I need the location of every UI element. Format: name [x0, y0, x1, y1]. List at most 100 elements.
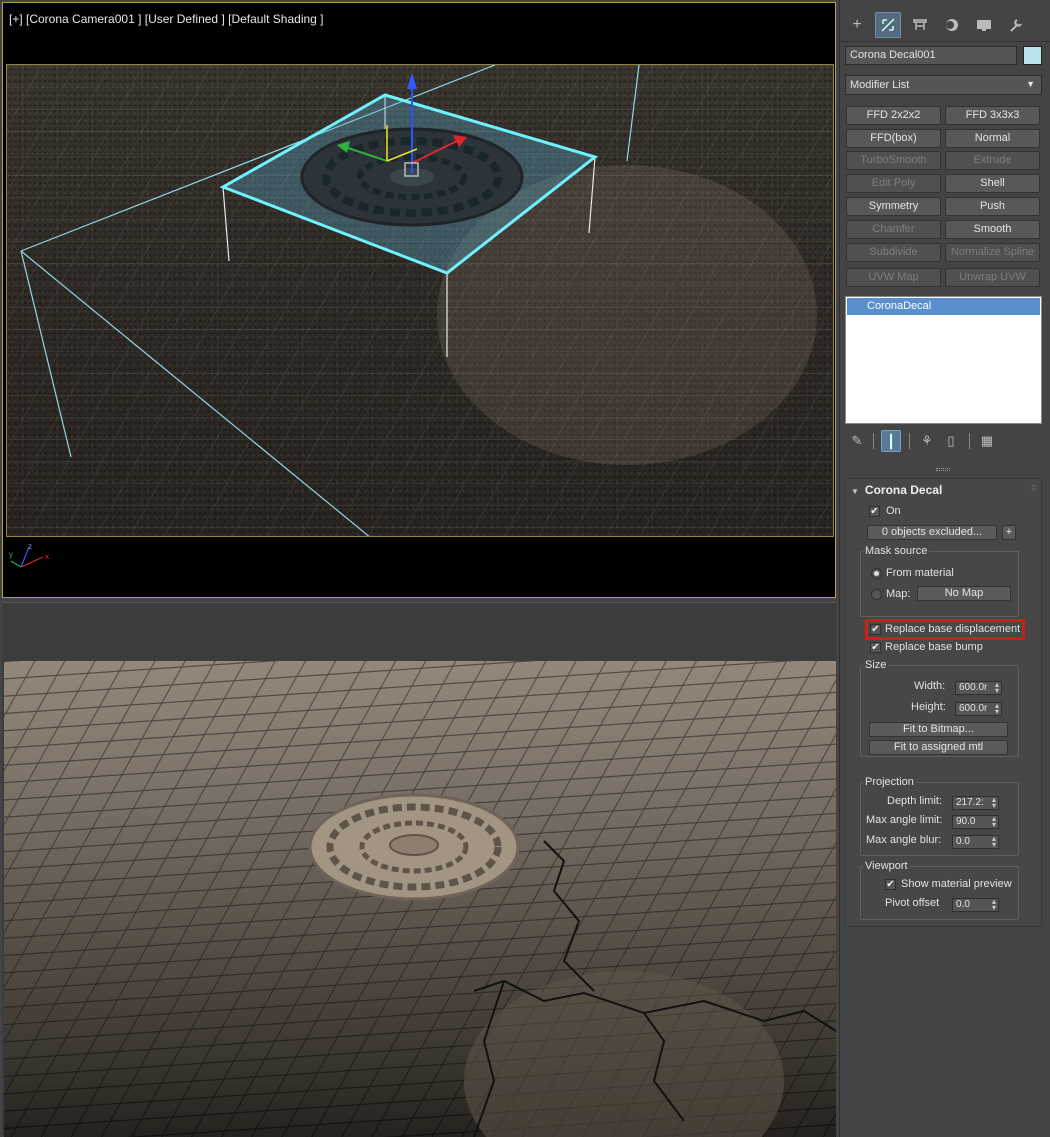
projection-title: Projection — [863, 776, 916, 788]
height-value: 600.0r — [959, 703, 988, 714]
viewport-group: Viewport ✔ Show material preview Pivot o… — [860, 860, 1019, 920]
make-unique-icon[interactable]: ⚘ — [917, 430, 937, 452]
max-angle-limit-spinner[interactable]: 90.0 ▴ ▾ — [952, 815, 999, 829]
viewport-scene: z — [7, 65, 833, 536]
modifier-button-push[interactable]: Push — [945, 197, 1040, 216]
depth-limit-label: Depth limit: — [887, 795, 943, 807]
show-material-preview-label: Show material preview — [901, 878, 1012, 890]
wrench-icon[interactable] — [1003, 12, 1029, 38]
render-image — [4, 661, 836, 1137]
map-label: Map: — [886, 588, 911, 600]
gizmo-z-label: z — [409, 65, 414, 66]
show-end-result-icon[interactable]: ┃ — [881, 430, 901, 452]
viewport-title: Viewport — [863, 860, 910, 872]
axis-z-label: z — [28, 543, 32, 551]
depth-limit-spinner[interactable]: 217.2: ▴ ▾ — [952, 796, 999, 810]
spinner-arrows-icon: ▴ ▾ — [991, 796, 996, 810]
toolbar-divider — [873, 433, 874, 449]
max-angle-blur-spinner[interactable]: 0.0 ▴ ▾ — [952, 835, 999, 849]
axis-tripod-icon: x z y — [9, 543, 49, 568]
rollout-header[interactable]: ▼ Corona Decal — [851, 483, 942, 497]
axis-y-label: y — [9, 550, 13, 559]
size-group: Size Width: 600.0r ▴ ▾ Height: 600.0r ▴ ▾ Fi… — [860, 659, 1019, 757]
spinner-arrows-icon: ▴ ▾ — [994, 681, 999, 695]
projection-group: Projection Depth limit: 217.2: ▴ ▾ Max ang… — [860, 776, 1019, 856]
spinner-arrows-icon: ▴ ▾ — [994, 702, 999, 716]
hierarchy-icon[interactable] — [907, 12, 933, 38]
height-label: Height: — [911, 701, 946, 713]
max-angle-blur-label: Max angle blur: — [866, 834, 942, 846]
width-spinner[interactable]: 600.0r ▴ ▾ — [955, 681, 1002, 695]
modifier-button-chamfer[interactable]: Chamfer — [846, 220, 941, 239]
rollout-grip[interactable] — [936, 468, 950, 471]
on-checkbox[interactable]: ✔ — [869, 506, 880, 517]
pivot-offset-spinner[interactable]: 0.0 ▴ ▾ — [952, 898, 999, 912]
object-color-swatch[interactable] — [1023, 46, 1042, 65]
configure-modifier-sets-icon[interactable]: ▦ — [977, 430, 997, 452]
modifier-button-ffd3[interactable]: FFD 3x3x3 — [945, 106, 1040, 125]
fit-to-assigned-mtl-button[interactable]: Fit to assigned mtl — [869, 740, 1008, 755]
mask-source-title: Mask source — [863, 545, 930, 557]
highlight-box — [865, 619, 1025, 640]
display-icon[interactable] — [971, 12, 997, 38]
modifier-button-subdivide[interactable]: Subdivide — [846, 243, 941, 262]
modifier-list-dropdown[interactable]: Modifier List ▼ — [845, 75, 1042, 95]
on-label: On — [886, 505, 901, 517]
size-title: Size — [863, 659, 889, 671]
modifier-button-shell[interactable]: Shell — [945, 174, 1040, 193]
modifier-button-extrude[interactable]: Extrude — [945, 151, 1040, 170]
modifier-button-normalize-spline[interactable]: Normalize Spline — [945, 243, 1040, 262]
manhole-render — [308, 793, 520, 901]
remove-modifier-icon[interactable]: ▯ — [941, 430, 961, 452]
toolbar-divider — [909, 433, 910, 449]
max-angle-limit-value: 90.0 — [956, 816, 976, 827]
pivot-offset-value: 0.0 — [956, 899, 970, 910]
toolbar-divider — [969, 433, 970, 449]
modify-icon[interactable] — [875, 12, 901, 38]
viewport-label[interactable]: [+] [Corona Camera001 ] [User Defined ] … — [9, 12, 324, 26]
modifier-button-uvwmap[interactable]: UVW Map — [846, 268, 941, 287]
depth-limit-value: 217.2: — [956, 797, 984, 808]
axis-x-label: x — [45, 552, 49, 561]
show-material-preview-checkbox[interactable]: ✔ — [885, 879, 896, 890]
modifier-button-ffdbox[interactable]: FFD(box) — [846, 129, 941, 148]
chevron-down-icon: ▼ — [1026, 79, 1035, 89]
plus-icon[interactable]: + — [844, 12, 870, 38]
width-label: Width: — [914, 680, 946, 692]
render-viewport[interactable] — [2, 602, 836, 1137]
objects-excluded-button[interactable]: 0 objects excluded... — [867, 525, 997, 540]
modifier-button-editpoly[interactable]: Edit Poly — [846, 174, 941, 193]
camera-viewport[interactable]: [+] [Corona Camera001 ] [User Defined ] … — [2, 2, 836, 598]
from-material-label: From material — [886, 567, 954, 579]
pin-stack-icon[interactable]: ✎ — [847, 430, 867, 452]
modifier-button-smooth[interactable]: Smooth — [945, 220, 1040, 239]
render-scene — [4, 661, 836, 1137]
fit-to-bitmap-button[interactable]: Fit to Bitmap... — [869, 722, 1008, 737]
mask-source-group: Mask source From material Map: No Map — [860, 545, 1019, 617]
replace-bump-label: Replace base bump — [885, 641, 983, 653]
rollout-drag-icon[interactable]: ⁞⁞ — [1031, 483, 1036, 493]
command-panel: + Corona Decal001 Modifier List ▼ FFD 2x… — [839, 0, 1050, 1137]
modifier-stack[interactable]: CoronaDecal — [845, 296, 1042, 424]
safe-frame[interactable]: z — [6, 64, 834, 537]
modifier-button-symmetry[interactable]: Symmetry — [846, 197, 941, 216]
stack-toolbar: ✎ ┃ ⚘ ▯ ▦ — [845, 430, 1005, 452]
map-radio[interactable] — [871, 589, 882, 600]
modifier-button-normal[interactable]: Normal — [945, 129, 1040, 148]
from-material-radio[interactable] — [871, 568, 882, 579]
max-angle-blur-value: 0.0 — [956, 836, 970, 847]
no-map-button[interactable]: No Map — [917, 586, 1011, 601]
spinner-arrows-icon: ▴ ▾ — [991, 835, 996, 849]
add-excluded-button[interactable]: + — [1002, 525, 1016, 540]
corona-decal-rollout: ▼ Corona Decal ⁞⁞ ✔ On 0 objects excluded… — [845, 478, 1042, 927]
modifier-button-ffd2[interactable]: FFD 2x2x2 — [846, 106, 941, 125]
rollout-title: Corona Decal — [864, 483, 943, 497]
modifier-button-unwrap-uvw[interactable]: Unwrap UVW — [945, 268, 1040, 287]
replace-bump-checkbox[interactable]: ✔ — [870, 642, 881, 653]
height-spinner[interactable]: 600.0r ▴ ▾ — [955, 702, 1002, 716]
object-name-field[interactable]: Corona Decal001 — [845, 46, 1017, 65]
stack-item-coronadecal[interactable]: CoronaDecal — [847, 298, 1040, 315]
modifier-button-turbosmooth[interactable]: TurboSmooth — [846, 151, 941, 170]
pivot-offset-label: Pivot offset — [885, 897, 940, 909]
motion-icon[interactable] — [939, 12, 965, 38]
